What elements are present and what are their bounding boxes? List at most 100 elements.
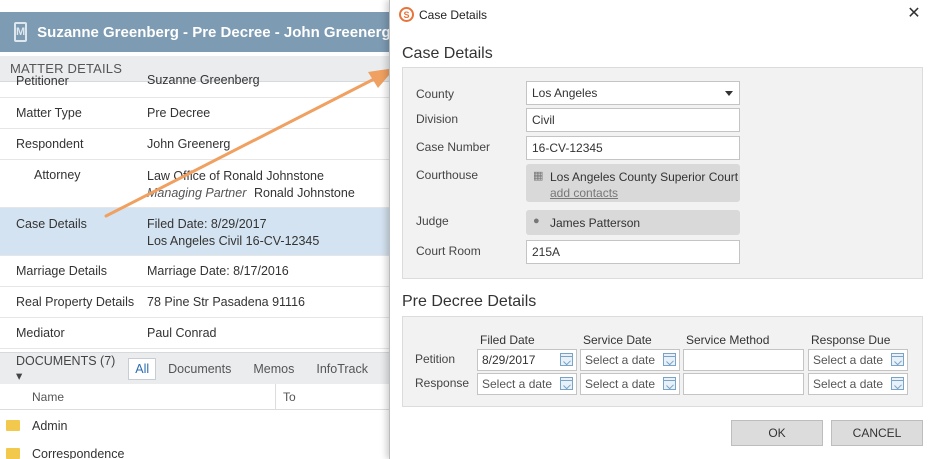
case-details-panel: County Los Angeles Division Civil Case N… (402, 67, 923, 279)
petition-service-method[interactable] (683, 349, 804, 371)
detail-value: Filed Date: 8/29/2017 (147, 217, 267, 231)
calendar-icon[interactable] (560, 353, 573, 366)
courthouse-value: Los Angeles County Superior Court (550, 170, 739, 184)
response-service-date[interactable]: Select a date (580, 373, 680, 395)
column-name[interactable]: Name (32, 390, 64, 404)
division-label: Division (416, 112, 459, 126)
detail-label: Case Details (16, 217, 87, 231)
filter-infotrack[interactable]: InfoTrack (316, 362, 368, 376)
list-item[interactable]: Correspondence (0, 440, 390, 459)
pre-decree-heading: Pre Decree Details (402, 293, 537, 310)
petition-service-date[interactable]: Select a date (580, 349, 680, 371)
response-filed-date[interactable]: Select a date (477, 373, 577, 395)
response-label: Response (415, 376, 470, 390)
case-details-dialog: S Case Details ✕ Case Details County Los… (389, 0, 933, 459)
dialog-titlebar[interactable]: S Case Details ✕ (390, 0, 933, 30)
ok-button[interactable]: OK (731, 420, 823, 446)
building-icon: ▦ (533, 170, 544, 182)
pre-decree-panel: Filed Date Service Date Service Method R… (402, 316, 923, 407)
matter-icon: M (14, 22, 28, 42)
matter-title: Suzanne Greenberg - Pre Decree - John Gr… (37, 23, 390, 41)
folder-name: Admin (32, 419, 68, 433)
detail-value: Law Office of Ronald Johnstone (147, 169, 324, 183)
judge-chip[interactable]: ● James Patterson (526, 210, 740, 235)
detail-label: Marriage Details (16, 264, 108, 278)
detail-row-case-details[interactable]: Case Details Filed Date: 8/29/2017 Los A… (0, 208, 390, 256)
calendar-icon[interactable] (891, 377, 904, 390)
detail-value: Paul Conrad (147, 326, 217, 340)
folder-icon (6, 448, 20, 459)
attorney-person: Ronald Johnstone (254, 186, 355, 200)
date-placeholder: Select a date (585, 353, 656, 367)
column-filed-date: Filed Date (480, 333, 535, 347)
date-placeholder: Select a date (482, 377, 553, 391)
calendar-icon[interactable] (663, 353, 676, 366)
case-details-heading: Case Details (402, 45, 493, 62)
county-label: County (416, 87, 455, 101)
column-service-date: Service Date (583, 333, 652, 347)
dialog-title: Case Details (419, 8, 488, 22)
close-icon[interactable]: ✕ (904, 4, 924, 24)
detail-value: Suzanne Greenberg (147, 73, 260, 87)
filter-documents[interactable]: Documents (168, 362, 231, 376)
detail-label: Real Property Details (16, 295, 135, 309)
division-field[interactable]: Civil (526, 108, 740, 132)
case-number-field[interactable]: 16-CV-12345 (526, 136, 740, 160)
list-item[interactable]: Admin (0, 412, 390, 440)
detail-row-real-property[interactable]: Real Property Details 78 Pine Str Pasade… (0, 287, 390, 318)
detail-label: Mediator (16, 326, 65, 340)
detail-label: Matter Type (16, 106, 82, 120)
calendar-icon[interactable] (560, 377, 573, 390)
court-room-label: Court Room (416, 244, 481, 258)
add-contacts-link[interactable]: add contacts (550, 186, 618, 200)
detail-row-mediator[interactable]: Mediator Paul Conrad (0, 318, 390, 349)
date-value: 8/29/2017 (482, 353, 536, 367)
county-select[interactable]: Los Angeles (526, 81, 740, 105)
column-to[interactable]: To (283, 390, 296, 404)
courthouse-chip[interactable]: ▦ Los Angeles County Superior Court add … (526, 164, 740, 202)
detail-row-attorney[interactable]: Attorney Law Office of Ronald Johnstone … (0, 160, 390, 208)
matter-header: M Suzanne Greenberg - Pre Decree - John … (0, 12, 390, 52)
judge-value: James Patterson (550, 216, 641, 230)
detail-row-marriage[interactable]: Marriage Details Marriage Date: 8/17/201… (0, 256, 390, 287)
folder-name: Correspondence (32, 447, 125, 459)
folder-icon (6, 420, 20, 431)
column-divider[interactable] (275, 384, 276, 410)
calendar-icon[interactable] (891, 353, 904, 366)
case-number-label: Case Number (416, 140, 491, 154)
response-response-due[interactable]: Select a date (808, 373, 908, 395)
detail-value: Marriage Date: 8/17/2016 (147, 264, 289, 278)
petition-filed-date[interactable]: 8/29/2017 (477, 349, 577, 371)
detail-value: 78 Pine Str Pasadena 91116 (147, 295, 305, 309)
column-response-due: Response Due (811, 333, 891, 347)
response-service-method[interactable] (683, 373, 804, 395)
calendar-icon[interactable] (663, 377, 676, 390)
filter-all[interactable]: All (128, 357, 157, 380)
person-icon: ● (533, 215, 540, 227)
date-placeholder: Select a date (585, 377, 656, 391)
attorney-role: Managing Partner (147, 186, 247, 200)
matter-window: M Suzanne Greenberg - Pre Decree - John … (0, 0, 390, 459)
detail-label: Petitioner (16, 74, 69, 88)
cancel-button[interactable]: CANCEL (831, 420, 923, 446)
detail-row-respondent[interactable]: Respondent John Greenerg (0, 129, 390, 160)
documents-column-header: Name To (0, 384, 390, 410)
detail-value: Pre Decree (147, 106, 211, 120)
court-room-field[interactable]: 215A (526, 240, 740, 264)
petition-label: Petition (415, 352, 456, 366)
detail-value-2: Los Angeles Civil 16-CV-12345 (147, 234, 320, 248)
documents-dropdown[interactable]: DOCUMENTS (7) ▾ (16, 354, 120, 383)
date-placeholder: Select a date (813, 353, 884, 367)
judge-label: Judge (416, 214, 449, 228)
courthouse-label: Courthouse (416, 168, 479, 182)
detail-row-petitioner[interactable]: Petitioner Suzanne Greenberg (0, 73, 390, 98)
filter-memos[interactable]: Memos (253, 362, 294, 376)
petition-response-due[interactable]: Select a date (808, 349, 908, 371)
detail-row-matter-type[interactable]: Matter Type Pre Decree (0, 98, 390, 129)
county-value: Los Angeles (532, 86, 598, 100)
date-placeholder: Select a date (813, 377, 884, 391)
chevron-down-icon (725, 91, 733, 96)
detail-value: John Greenerg (147, 137, 231, 151)
app-logo-icon: S (399, 7, 414, 22)
detail-label: Respondent (16, 137, 84, 151)
